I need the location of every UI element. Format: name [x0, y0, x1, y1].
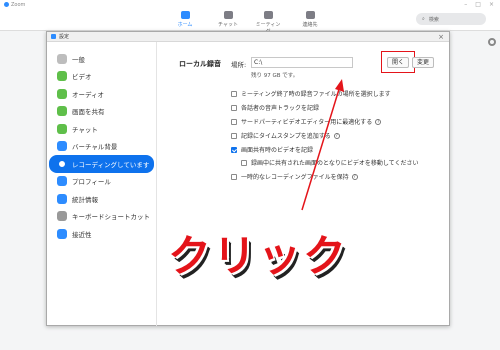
sidebar-item-label: プロフィール: [72, 178, 111, 187]
checkbox[interactable]: [241, 159, 247, 166]
change-folder-button[interactable]: 変更: [412, 57, 434, 68]
sidebar-item-label: 接近性: [72, 230, 92, 239]
recording-path-input[interactable]: [251, 57, 353, 68]
click-annotation: クリック: [168, 232, 348, 282]
search-icon: ⌕: [422, 16, 425, 22]
help-icon[interactable]: ?: [375, 118, 382, 125]
close-window-icon[interactable]: ×: [489, 1, 494, 8]
sidebar-item-virtual-background[interactable]: バーチャル背景: [47, 138, 156, 156]
search-label: 検索: [428, 16, 439, 23]
sidebar-item-label: キーボードショートカット: [72, 213, 150, 222]
recording-option[interactable]: 記録にタイムスタンプを追加する?: [231, 131, 340, 140]
sidebar-item-accessibility[interactable]: 接近性: [47, 225, 156, 243]
zoom-small-icon: [51, 34, 56, 39]
nav-contacts[interactable]: 連絡先: [296, 11, 324, 28]
location-label: 場所:: [231, 61, 247, 69]
free-space-text: 残り 97 GB です。: [251, 73, 299, 79]
statistics-icon: [57, 193, 67, 204]
home-icon: [180, 11, 190, 19]
local-recording-heading: ローカル録音: [179, 60, 221, 68]
sidebar-item-label: チャット: [72, 125, 98, 134]
settings-title: 設定: [59, 34, 70, 40]
checkbox[interactable]: [231, 104, 237, 111]
profile-icon: [57, 176, 67, 187]
record-icon: [57, 158, 67, 169]
recording-option[interactable]: サードパーティビデオエディター用に最適化する?: [231, 117, 382, 126]
option-label: 記録にタイムスタンプを追加する: [241, 133, 331, 140]
sidebar-item-headphone[interactable]: オーディオ: [47, 85, 156, 103]
option-label: 画面共有時のビデオを記録: [241, 147, 314, 154]
sidebar-item-label: 画面を共有: [72, 108, 105, 117]
sidebar-item-label: バーチャル背景: [72, 143, 118, 152]
sidebar-item-gear[interactable]: 一般: [47, 50, 156, 68]
checkbox[interactable]: [231, 90, 237, 97]
close-icon[interactable]: ×: [438, 33, 444, 41]
sidebar-item-video[interactable]: ビデオ: [47, 68, 156, 86]
option-label: 一時的なレコーディングファイルを保持: [241, 174, 349, 181]
clock-icon: [263, 11, 273, 19]
sidebar-item-label: レコーディングしています: [72, 160, 150, 169]
zoom-titlebar: Zoom – □ ×: [0, 0, 500, 9]
headphone-icon: [57, 88, 67, 99]
recording-option[interactable]: 録画中に共有された画面のとなりにビデオを移動してください: [241, 158, 418, 167]
top-navigation: ホーム チャット ミーティング 連絡先 ⌕ 検索: [0, 9, 500, 35]
settings-titlebar: 設定 ×: [47, 32, 449, 42]
checkbox[interactable]: [231, 118, 237, 125]
settings-gear-icon[interactable]: [488, 38, 496, 46]
option-label: 録画中に共有された画面のとなりにビデオを移動してください: [251, 160, 419, 167]
gear-icon: [57, 53, 67, 64]
app-title: Zoom: [11, 1, 26, 8]
option-label: 各話者の音声トラックを記録: [241, 105, 320, 112]
search-box[interactable]: ⌕ 検索: [416, 13, 486, 25]
help-icon[interactable]: ?: [351, 173, 358, 180]
recording-option[interactable]: 画面共有時のビデオを記録: [231, 145, 313, 154]
checkbox[interactable]: [231, 146, 237, 153]
contacts-icon: [305, 11, 315, 19]
option-label: サードパーティビデオエディター用に最適化する: [241, 119, 373, 126]
chat-icon: [223, 11, 233, 19]
nav-home[interactable]: ホーム: [171, 11, 199, 28]
virtual-background-icon: [57, 141, 67, 152]
sidebar-item-label: 一般: [72, 55, 85, 64]
recording-option[interactable]: 各話者の音声トラックを記録: [231, 103, 319, 112]
sidebar-item-label: 統計情報: [72, 195, 98, 204]
sidebar-item-profile[interactable]: プロフィール: [47, 173, 156, 191]
sidebar-item-share-screen[interactable]: 画面を共有: [47, 103, 156, 121]
nav-chat[interactable]: チャット: [214, 11, 242, 28]
accessibility-icon: [57, 228, 67, 239]
minimize-icon[interactable]: –: [464, 1, 467, 8]
sidebar-item-label: オーディオ: [72, 90, 105, 99]
sidebar-item-statistics[interactable]: 統計情報: [47, 190, 156, 208]
sidebar-item-label: ビデオ: [72, 73, 92, 82]
settings-sidebar: 一般ビデオオーディオ画面を共有チャットバーチャル背景レコーディングしています プロ…: [47, 42, 157, 326]
share-screen-icon: [57, 106, 67, 117]
option-label: ミーティング終了時の録音ファイルの場所を選択します: [241, 91, 391, 98]
checkbox[interactable]: [231, 173, 237, 180]
window-controls: – □ ×: [464, 1, 500, 8]
help-icon[interactable]: ?: [333, 132, 340, 139]
checkbox[interactable]: [231, 132, 237, 139]
chat-icon: [57, 123, 67, 134]
maximize-icon[interactable]: □: [475, 1, 481, 8]
sidebar-item-record[interactable]: レコーディングしています: [49, 155, 154, 173]
video-icon: [57, 71, 67, 82]
sidebar-item-chat[interactable]: チャット: [47, 120, 156, 138]
zoom-logo-icon: [4, 2, 9, 7]
keyboard-icon: [57, 211, 67, 222]
open-folder-button[interactable]: 開く: [387, 57, 409, 68]
recording-option[interactable]: 一時的なレコーディングファイルを保持?: [231, 172, 358, 181]
recording-option[interactable]: ミーティング終了時の録音ファイルの場所を選択します: [231, 89, 391, 98]
sidebar-item-keyboard[interactable]: キーボードショートカット: [47, 208, 156, 226]
